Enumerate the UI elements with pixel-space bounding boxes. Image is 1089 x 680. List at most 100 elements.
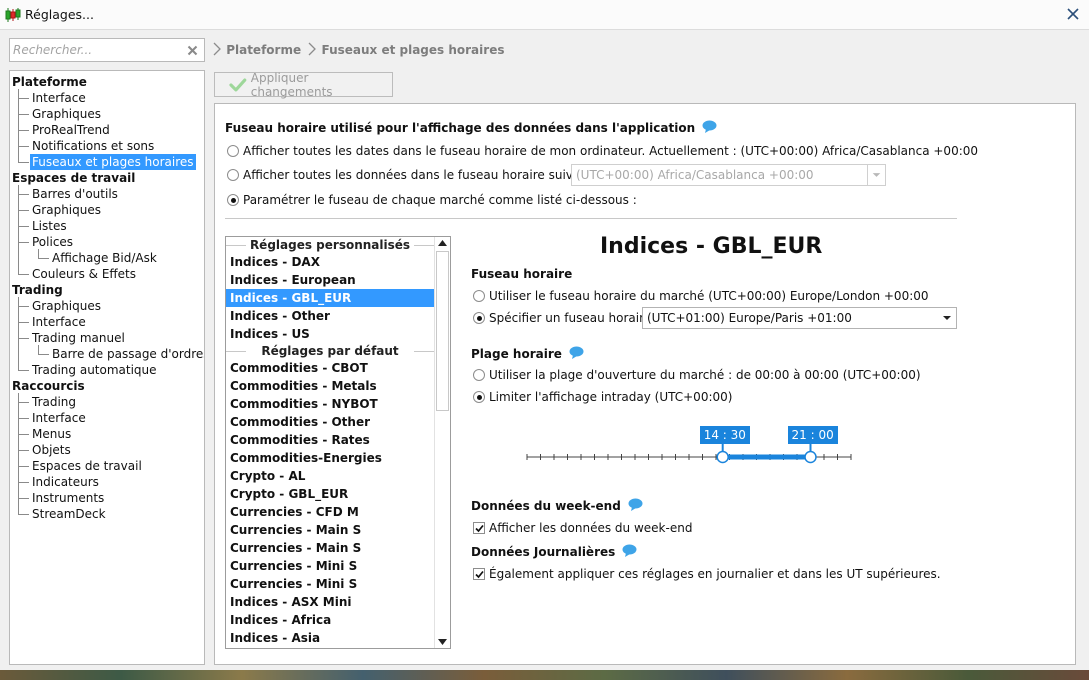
timezone-heading-text: Fuseau horaire utilisé pour l'affichage … — [225, 121, 696, 135]
scroll-thumb[interactable] — [436, 251, 449, 411]
market-list-item[interactable]: Commodities-Energies — [226, 449, 434, 467]
info-bubble-icon[interactable] — [622, 544, 637, 557]
tree-category[interactable]: Plateforme — [10, 74, 89, 90]
market-list-item[interactable]: Currencies - Mini S — [226, 557, 434, 575]
tree-item[interactable]: Objets — [30, 442, 73, 458]
tree-connector — [18, 393, 19, 514]
app-candlestick-icon — [5, 8, 21, 22]
tree-connector — [38, 354, 49, 355]
tree-connector — [18, 514, 29, 515]
tree-item[interactable]: Interface — [30, 410, 88, 426]
market-list-item[interactable]: Indices - US — [226, 325, 434, 343]
settings-tree: Plateforme Interface Graphiques ProRealTren… — [9, 70, 205, 665]
tree-connector — [18, 498, 29, 499]
tree-category[interactable]: Raccourcis — [10, 378, 87, 394]
tree-item[interactable]: StreamDeck — [30, 506, 108, 522]
radio-computer-timezone[interactable] — [227, 145, 239, 157]
tree-item[interactable]: Listes — [30, 218, 69, 234]
tree-item[interactable]: Couleurs & Effets — [30, 266, 138, 282]
clear-search-icon[interactable] — [187, 45, 198, 56]
tree-item[interactable]: Interface — [30, 314, 88, 330]
market-title: Indices - GBL_EUR — [600, 234, 823, 259]
tree-item[interactable]: Graphiques — [30, 298, 103, 314]
market-list-item[interactable]: Commodities - CBOT — [226, 359, 434, 377]
radio-market-timezone[interactable] — [473, 290, 485, 302]
info-bubble-icon[interactable] — [628, 498, 643, 511]
checkmark-icon — [475, 570, 484, 579]
market-list-item[interactable]: Currencies - Main S — [226, 539, 434, 557]
tree-item[interactable]: Interface — [30, 90, 88, 106]
market-list-item[interactable]: Commodities - NYBOT — [226, 395, 434, 413]
tree-item[interactable]: Graphiques — [30, 106, 103, 122]
market-list-item[interactable]: Indices - Asia — [226, 629, 434, 647]
market-list-item[interactable]: Commodities - Metals — [226, 377, 434, 395]
scroll-up-icon[interactable] — [438, 240, 447, 246]
intraday-range-slider[interactable]: 14 : 30 21 : 00 — [525, 424, 855, 474]
apply-changes-button[interactable]: Appliquer changements — [214, 71, 393, 99]
market-list-item[interactable]: Indices - Africa — [226, 611, 434, 629]
plage-heading: Plage horaire — [471, 346, 584, 361]
tree-connector — [18, 242, 29, 243]
market-list-item[interactable]: Currencies - CFD M — [226, 503, 434, 521]
tree-item[interactable]: Indicateurs — [30, 474, 101, 490]
market-list-item[interactable]: Commodities - Rates — [226, 431, 434, 449]
market-list-item[interactable]: Indices - Other — [226, 307, 434, 325]
daily-checkbox[interactable] — [473, 568, 485, 580]
market-list-item[interactable]: Currencies - Main S — [226, 521, 434, 539]
radio-custom-timezone-label: Spécifier un fuseau horaire : — [489, 311, 659, 325]
radio-per-market-timezone[interactable] — [227, 194, 239, 206]
close-icon[interactable] — [1063, 4, 1083, 24]
slider-start-handle[interactable] — [716, 450, 729, 464]
market-list-item[interactable]: Commodities - Other — [226, 413, 434, 431]
tree-connector — [18, 210, 29, 211]
tree-item[interactable]: Affichage Bid/Ask — [50, 250, 159, 266]
info-bubble-icon[interactable] — [569, 346, 584, 359]
tree-item[interactable]: Graphiques — [30, 202, 103, 218]
tree-item[interactable]: Barres d'outils — [30, 186, 120, 202]
weekend-heading: Données du week-end — [471, 498, 643, 513]
scroll-down-icon[interactable] — [438, 639, 447, 645]
tree-item[interactable]: Menus — [30, 426, 73, 442]
custom-timezone-value: (UTC+01:00) Europe/Paris +01:00 — [647, 311, 852, 325]
market-list-scrollbar[interactable] — [434, 237, 450, 648]
tree-item[interactable]: Trading manuel — [30, 330, 127, 346]
slider-end-handle[interactable] — [804, 450, 817, 464]
tree-item[interactable]: Trading automatique — [30, 362, 159, 378]
tree-item[interactable]: Barre de passage d'ordres — [50, 346, 204, 362]
info-bubble-icon[interactable] — [702, 120, 717, 133]
tree-connector — [18, 450, 29, 451]
tree-item[interactable]: Fuseaux et plages horaires — [30, 154, 196, 170]
market-list-item[interactable]: Indices - European — [226, 271, 434, 289]
tree-item[interactable]: Polices — [30, 234, 75, 250]
market-list-item[interactable]: Crypto - AL — [226, 467, 434, 485]
search-input[interactable] — [13, 41, 181, 59]
tree-connector — [18, 274, 29, 275]
breadcrumb-level1[interactable]: Plateforme — [226, 43, 301, 57]
radio-market-hours[interactable] — [473, 369, 485, 381]
fixed-timezone-select[interactable]: (UTC+00:00) Africa/Casablanca +00:00 — [571, 164, 886, 186]
range-end-label: 21 : 00 — [787, 426, 838, 444]
tree-item[interactable]: Espaces de travail — [30, 458, 144, 474]
tree-item[interactable]: ProRealTrend — [30, 122, 112, 138]
tree-category[interactable]: Espaces de travail — [10, 170, 137, 186]
tree-connector — [18, 434, 29, 435]
market-list-item[interactable]: Indices - GBL_EUR — [226, 289, 434, 307]
timezone-heading: Fuseau horaire utilisé pour l'affichage … — [225, 120, 717, 135]
market-list-item[interactable]: Indices - DAX — [226, 253, 434, 271]
group-header-line — [226, 351, 246, 352]
radio-fixed-timezone[interactable] — [227, 169, 239, 181]
market-list-item[interactable]: Indices - ASX Mini — [226, 593, 434, 611]
market-list-item[interactable]: Currencies - Mini S — [226, 575, 434, 593]
radio-custom-timezone[interactable] — [473, 312, 485, 324]
tree-item[interactable]: Trading — [30, 394, 78, 410]
range-start-label: 14 : 30 — [699, 426, 750, 444]
tree-item[interactable]: Instruments — [30, 490, 106, 506]
tree-connector — [18, 418, 29, 419]
radio-limit-intraday[interactable] — [473, 391, 485, 403]
weekend-checkbox[interactable] — [473, 522, 485, 534]
custom-timezone-select[interactable]: (UTC+01:00) Europe/Paris +01:00 — [642, 307, 957, 329]
market-list-item[interactable]: Crypto - GBL_EUR — [226, 485, 434, 503]
search-box — [9, 38, 205, 62]
tree-category[interactable]: Trading — [10, 282, 65, 298]
tree-item[interactable]: Notifications et sons — [30, 138, 156, 154]
